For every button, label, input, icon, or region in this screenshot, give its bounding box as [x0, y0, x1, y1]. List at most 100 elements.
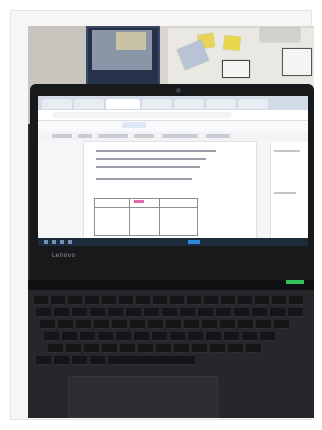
- keyboard-key: [44, 332, 59, 341]
- keyboard-key: [98, 332, 113, 341]
- start-icon: [44, 240, 48, 244]
- keyboard-key: [144, 308, 159, 317]
- toolbar-control: [98, 134, 128, 138]
- browser-tab: [42, 99, 72, 109]
- keyboard-key: [228, 344, 243, 353]
- keyboard-key: [187, 296, 201, 305]
- pinned-paper: [222, 60, 250, 78]
- keyboard-key: [90, 308, 105, 317]
- keyboard-key: [102, 296, 116, 305]
- keyboard-key: [66, 344, 81, 353]
- keyboard-key: [120, 344, 135, 353]
- keyboard-key: [221, 296, 235, 305]
- toolbar-control: [78, 134, 92, 138]
- keyboard-key: [153, 296, 167, 305]
- laptop-hinge: [28, 280, 314, 290]
- share-button: [122, 122, 146, 128]
- keyboard-key: [260, 332, 275, 341]
- url-field: [52, 112, 232, 118]
- taskbar-app-icon: [188, 240, 200, 244]
- keyboard-key: [148, 320, 163, 329]
- pinned-paper: [282, 48, 312, 76]
- keyboard-key: [51, 296, 65, 305]
- keyboard-key: [85, 296, 99, 305]
- keyboard-key: [204, 296, 218, 305]
- keyboard-key: [36, 356, 51, 365]
- keyboard-key: [130, 320, 145, 329]
- keyboard-key: [84, 344, 99, 353]
- keyboard-key: [156, 344, 171, 353]
- toolbar-control: [134, 134, 154, 138]
- document-table: [94, 198, 198, 236]
- photograph: Lenovo: [28, 26, 314, 418]
- keyboard-key: [184, 320, 199, 329]
- keyboard-key: [134, 332, 149, 341]
- keyboard-key: [54, 356, 69, 365]
- keyboard-key: [108, 308, 123, 317]
- keyboard-key: [234, 308, 249, 317]
- keyboard-key: [180, 308, 195, 317]
- keyboard-key: [90, 356, 105, 365]
- pinned-paper: [260, 28, 300, 42]
- keyboard-key: [174, 344, 189, 353]
- keyboard-key: [36, 308, 51, 317]
- document-header: [38, 121, 308, 131]
- keyboard-key: [224, 332, 239, 341]
- keyboard-key: [102, 344, 117, 353]
- keyboard-key: [119, 296, 133, 305]
- keyboard-key: [238, 320, 253, 329]
- browser-tab-active: [106, 99, 140, 109]
- keyboard-key: [198, 308, 213, 317]
- keyboard-key: [152, 332, 167, 341]
- keyboard-key: [246, 344, 261, 353]
- side-panel-line: [274, 192, 296, 194]
- keyboard-key: [54, 308, 69, 317]
- laptop-screen: [38, 96, 308, 246]
- toolbar-control: [52, 134, 72, 138]
- keyboard-key: [188, 332, 203, 341]
- text-line: [96, 178, 192, 180]
- keyboard-key: [288, 308, 303, 317]
- keyboard-key: [94, 320, 109, 329]
- keyboard-key: [126, 308, 141, 317]
- taskbar-icon: [68, 240, 72, 244]
- side-panel-line: [274, 150, 300, 152]
- keyboard-key: [256, 320, 271, 329]
- keyboard-key: [62, 332, 77, 341]
- keyboard-key: [242, 332, 257, 341]
- keyboard-key: [136, 296, 150, 305]
- keyboard-key: [170, 332, 185, 341]
- keyboard-key: [206, 332, 221, 341]
- browser-tab: [174, 99, 204, 109]
- keyboard-key: [58, 320, 73, 329]
- webcam: [176, 88, 181, 93]
- keyboard-key: [238, 296, 252, 305]
- keyboard-key: [166, 320, 181, 329]
- taskbar-icon: [52, 240, 56, 244]
- keyboard-key: [76, 320, 91, 329]
- toolbar-control: [162, 134, 198, 138]
- keyboard-key: [80, 332, 95, 341]
- keyboard-key: [72, 356, 87, 365]
- keyboard-key: [112, 320, 127, 329]
- keyboard-key: [192, 344, 207, 353]
- keyboard-key: [270, 308, 285, 317]
- highlighted-text: [134, 200, 144, 203]
- door-window-sign: [116, 32, 146, 50]
- table-column-divider: [129, 199, 130, 235]
- keyboard-key: [220, 320, 235, 329]
- browser-tab: [142, 99, 172, 109]
- keyboard-key: [116, 332, 131, 341]
- keyboard-key: [210, 344, 225, 353]
- browser-tab: [206, 99, 236, 109]
- taskbar: [38, 238, 308, 246]
- keyboard-key: [48, 344, 63, 353]
- text-line: [96, 158, 206, 160]
- keyboard-key: [216, 308, 231, 317]
- keyboard-key: [68, 296, 82, 305]
- text-line: [96, 150, 216, 152]
- keyboard-key: [252, 308, 267, 317]
- keyboard-key: [272, 296, 286, 305]
- keyboard-key: [202, 320, 217, 329]
- text-line: [96, 166, 200, 168]
